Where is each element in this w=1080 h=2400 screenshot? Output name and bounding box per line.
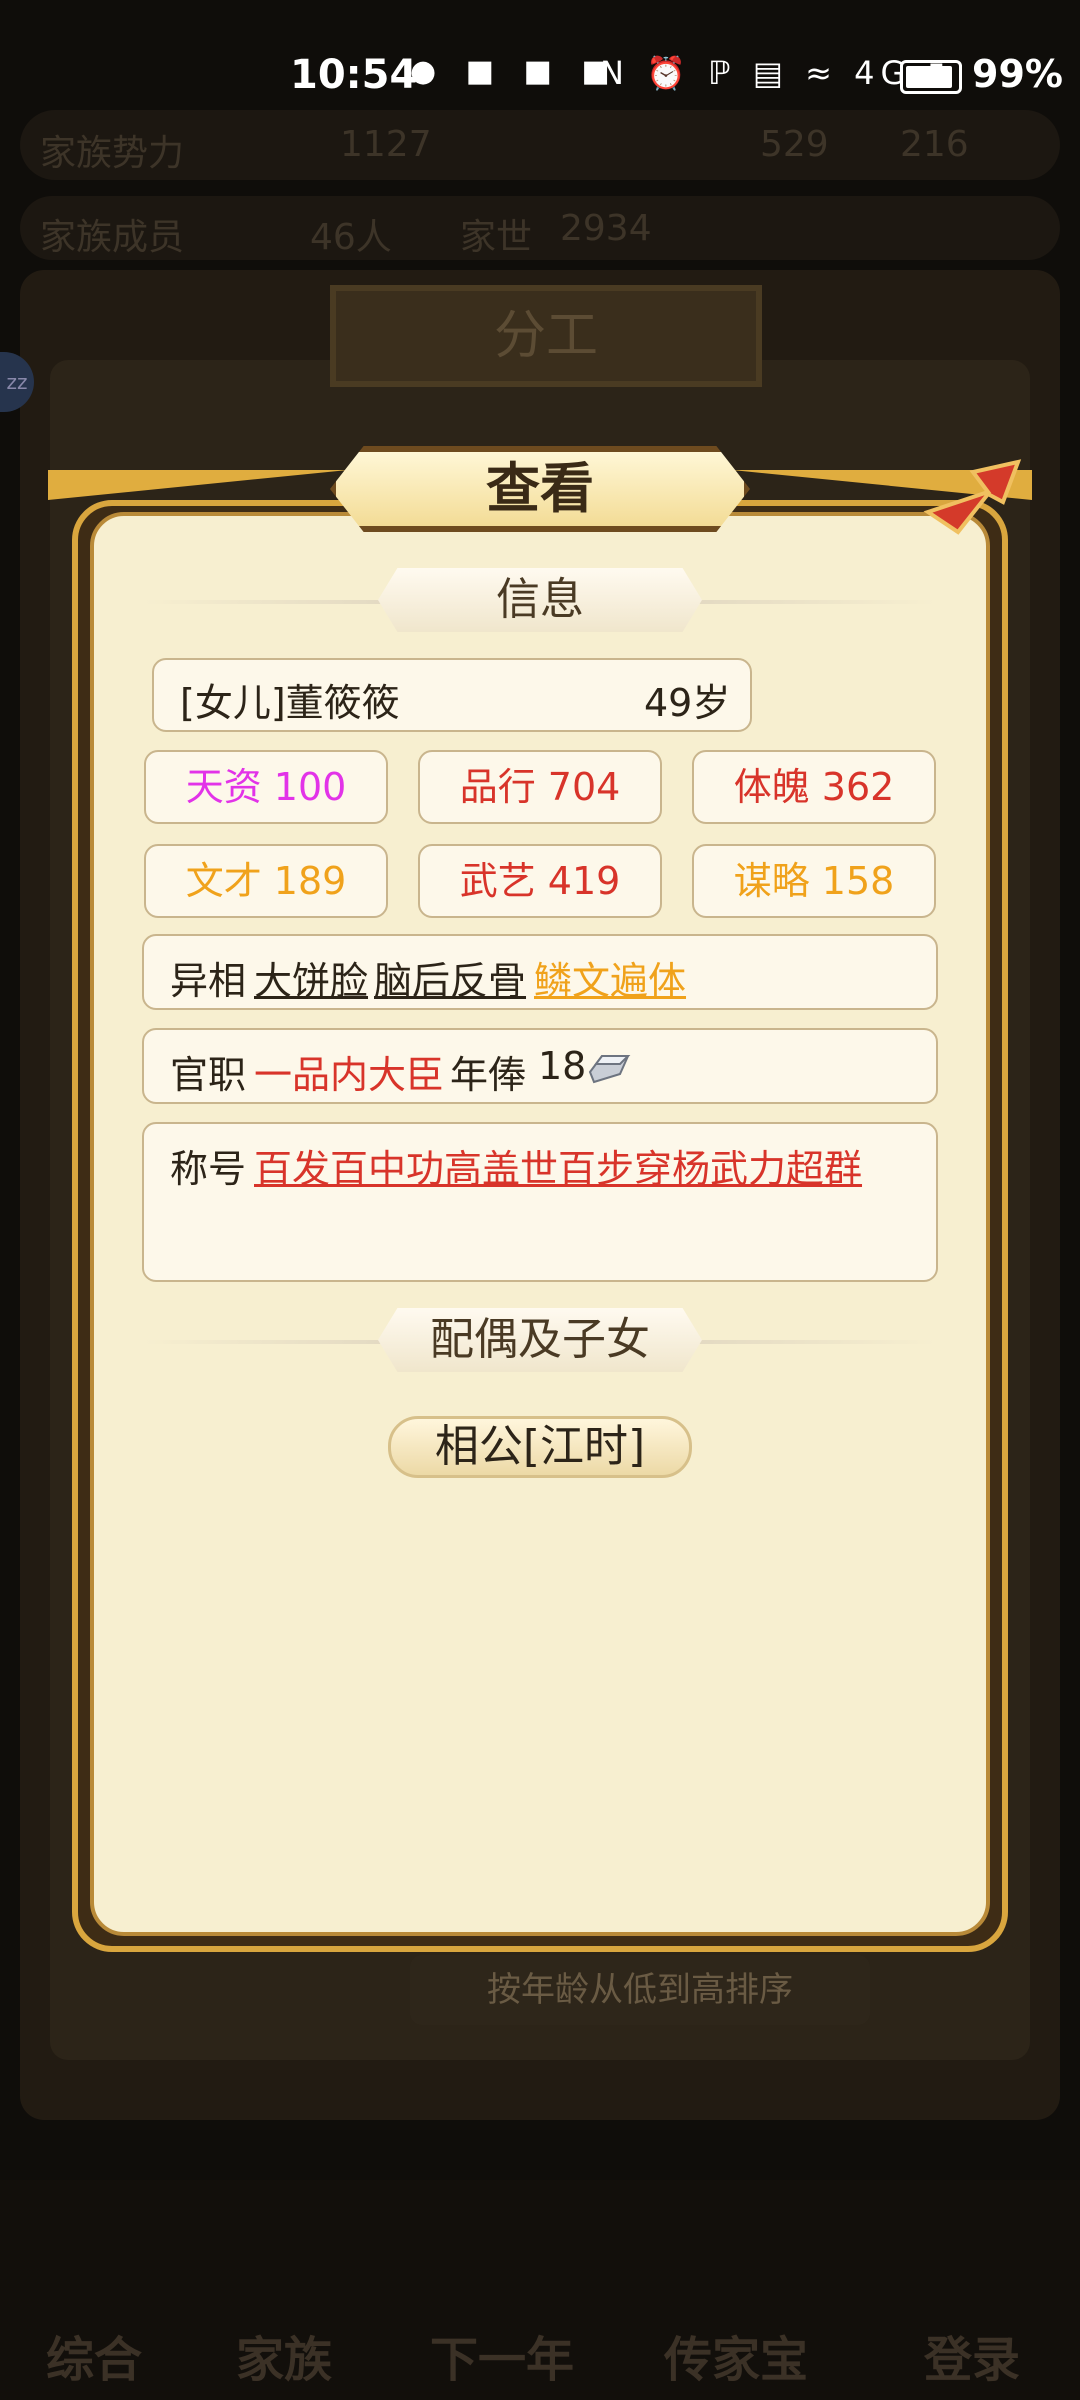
nav-item-overview[interactable]: 综合 xyxy=(46,2320,142,2390)
stat-physique: 体魄 362 xyxy=(692,750,936,824)
nav-item-family[interactable]: 家族 xyxy=(236,2320,332,2390)
bg-header-row-1: 家族势力 1127 529 216 xyxy=(20,110,1060,180)
person-name-box: [女儿]董筱筱 49岁 xyxy=(152,658,752,732)
system-icons: N ⏰ ℙ ▤ ≈ 4G ▮ xyxy=(600,54,945,92)
office-box: 官职 一品内大臣 年俸 18 xyxy=(142,1028,938,1104)
titles-box: 称号 百发百中功高盖世百步穿杨武力超群 xyxy=(142,1122,938,1282)
sort-by-age-button[interactable]: 按年龄从低到高排序 xyxy=(410,1955,870,2025)
bg-header-label: 家族势力 xyxy=(40,133,185,174)
spouse-button[interactable]: 相公[江时] xyxy=(388,1416,692,1478)
close-icon[interactable] xyxy=(918,452,1028,542)
titles-label: 称号 xyxy=(170,1147,247,1191)
stat-strategy: 谋略 158 xyxy=(692,844,936,918)
info-section-title: 信息 xyxy=(378,568,702,632)
dialog-title: 查看 xyxy=(330,446,750,532)
status-time: 10:54 xyxy=(290,52,418,98)
trait-link[interactable]: 脑后反骨 xyxy=(374,950,526,1005)
bg-header-label: 家世 xyxy=(460,217,533,258)
bg-header-row-2: 家族成员 46人 家世 2934 xyxy=(20,196,1060,260)
silver-ingot-icon xyxy=(584,1042,632,1090)
stat-morality: 品行 704 xyxy=(418,750,662,824)
bg-header-value: 1127 xyxy=(340,124,432,165)
stat-talent: 天资 100 xyxy=(144,750,388,824)
person-name: [女儿]董筱筱 xyxy=(180,681,400,725)
nav-item-login[interactable]: 登录 xyxy=(924,2320,1020,2390)
traits-label: 异相 xyxy=(170,959,247,1003)
notification-icons: ● ■ ■ ■ xyxy=(410,54,620,89)
bg-header-value: 529 xyxy=(760,124,829,165)
battery-percent: 99% xyxy=(972,52,1063,96)
nav-item-next-year[interactable]: 下一年 xyxy=(430,2320,574,2390)
trait-link[interactable]: 大饼脸 xyxy=(254,950,368,1005)
trait-link[interactable]: 鳞文遍体 xyxy=(534,950,686,1005)
salary-label: 年俸 xyxy=(450,1053,527,1097)
office-label: 官职 xyxy=(170,1053,247,1097)
office-value: 一品内大臣 xyxy=(254,1053,445,1097)
salary-value: 18 xyxy=(538,1044,587,1088)
stat-literary: 文才 189 xyxy=(144,844,388,918)
battery-icon xyxy=(900,60,962,94)
bg-panel-title: 分工 xyxy=(330,285,762,387)
stat-martial: 武艺 419 xyxy=(418,844,662,918)
family-section-title: 配偶及子女 xyxy=(378,1308,702,1372)
bg-header-value: 46人 xyxy=(310,217,392,258)
person-age: 49岁 xyxy=(644,681,731,725)
bg-header-label: 家族成员 xyxy=(40,217,185,258)
bg-header-value: 2934 xyxy=(560,208,652,249)
traits-box: 异相 大饼脸 脑后反骨 鳞文遍体 xyxy=(142,934,938,1010)
dialog-wing-left xyxy=(48,470,348,500)
titles-value[interactable]: 百发百中功高盖世百步穿杨武力超群 xyxy=(254,1138,862,1193)
nav-item-heirloom[interactable]: 传家宝 xyxy=(664,2320,808,2390)
bg-header-value: 216 xyxy=(900,124,969,165)
